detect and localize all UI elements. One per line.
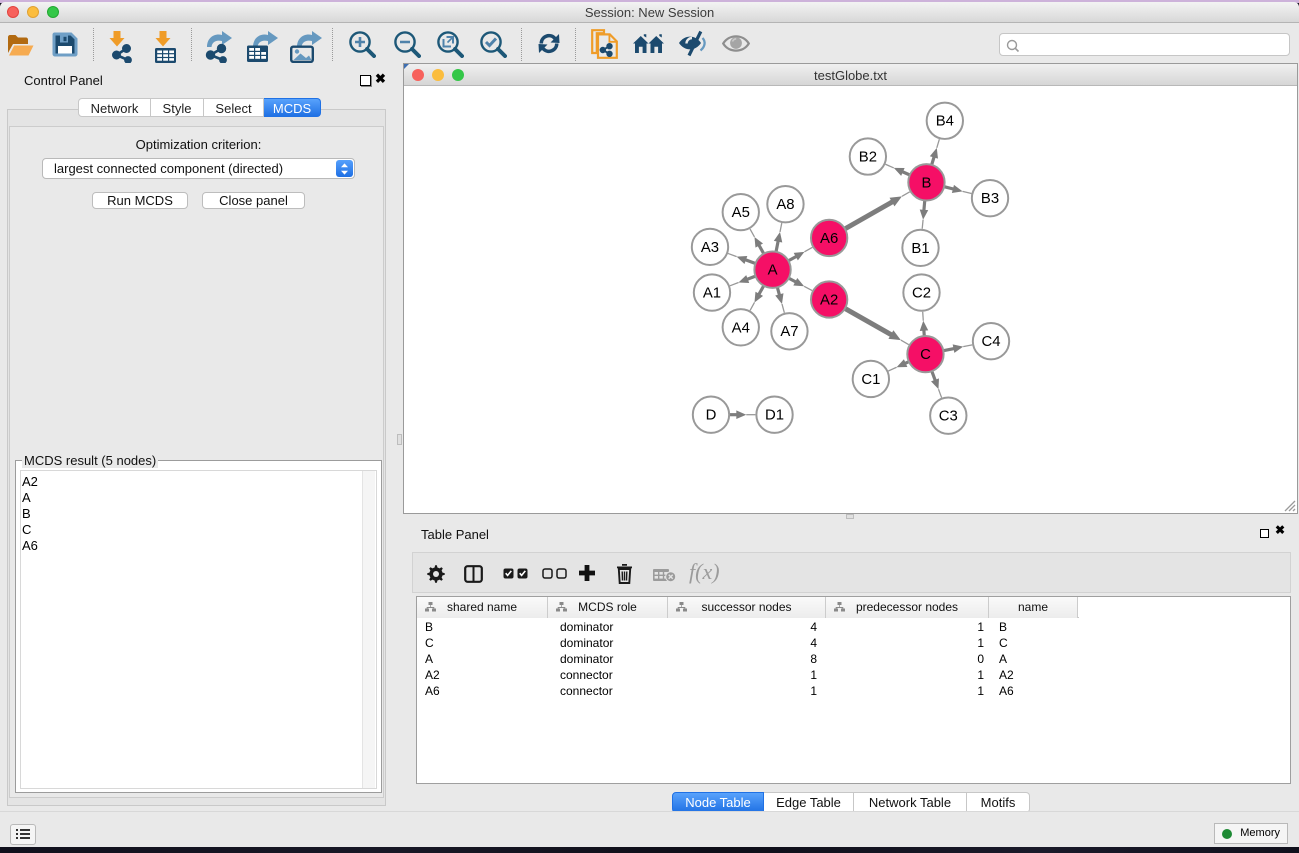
svg-text:A8: A8	[776, 197, 794, 213]
svg-text:C: C	[920, 347, 931, 363]
svg-text:A3: A3	[701, 240, 719, 256]
svg-text:A7: A7	[780, 324, 798, 340]
svg-text:D: D	[706, 408, 717, 424]
svg-text:B2: B2	[859, 149, 877, 165]
svg-text:B: B	[922, 175, 932, 191]
svg-text:B3: B3	[981, 191, 999, 207]
svg-text:A1: A1	[703, 286, 721, 302]
svg-text:A6: A6	[820, 231, 838, 247]
svg-text:B4: B4	[936, 114, 954, 130]
svg-text:D1: D1	[765, 408, 784, 424]
svg-text:C4: C4	[982, 334, 1001, 350]
svg-text:A2: A2	[820, 292, 838, 308]
svg-text:C3: C3	[939, 409, 958, 425]
svg-text:B1: B1	[911, 241, 929, 257]
svg-text:A4: A4	[732, 320, 750, 336]
svg-text:A5: A5	[732, 205, 750, 221]
svg-text:A: A	[768, 263, 778, 279]
svg-text:C1: C1	[861, 372, 880, 388]
svg-text:C2: C2	[912, 286, 931, 302]
